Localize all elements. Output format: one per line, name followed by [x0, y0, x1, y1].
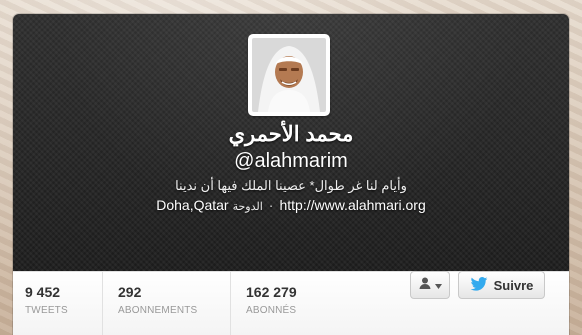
- profile-header: محمد الأحمري @alahmarim وأيام لنا غر طوا…: [13, 14, 569, 271]
- location-latin: Doha,Qatar: [156, 197, 229, 213]
- profile-handle: @alahmarim: [234, 150, 348, 172]
- profile-avatar[interactable]: [248, 34, 330, 116]
- stat-following-label: ABONNEMENTS: [118, 305, 198, 316]
- profile-bio: وأيام لنا غر طوال* عصينا الملك فيها أن ن…: [175, 178, 407, 193]
- stat-followers[interactable]: 162 279 ABONNÉS: [231, 272, 331, 335]
- user-actions-dropdown-button[interactable]: [410, 271, 450, 299]
- twitter-bird-icon: [470, 276, 488, 294]
- meta-separator: ·: [268, 197, 274, 213]
- follow-button[interactable]: Suivre: [458, 271, 545, 299]
- follow-button-label: Suivre: [493, 277, 534, 293]
- stat-followers-count: 162 279: [246, 284, 297, 300]
- stat-tweets-count: 9 452: [25, 284, 61, 300]
- stat-tweets[interactable]: 9 452 TWEETS: [13, 272, 103, 335]
- location-arabic: الدوحة: [232, 201, 263, 213]
- profile-meta: Doha,Qatar الدوحة · http://www.alahmari.org: [13, 197, 569, 213]
- user-icon: [418, 276, 432, 295]
- stat-following[interactable]: 292 ABONNEMENTS: [103, 272, 231, 335]
- stat-followers-label: ABONNÉS: [246, 305, 297, 316]
- stat-following-count: 292: [118, 284, 142, 300]
- chevron-down-icon: [435, 276, 442, 294]
- profile-url-link[interactable]: http://www.alahmari.org: [279, 197, 425, 213]
- profile-name: محمد الأحمري: [228, 123, 354, 146]
- stat-tweets-label: TWEETS: [25, 305, 68, 316]
- avatar-image: [252, 38, 326, 112]
